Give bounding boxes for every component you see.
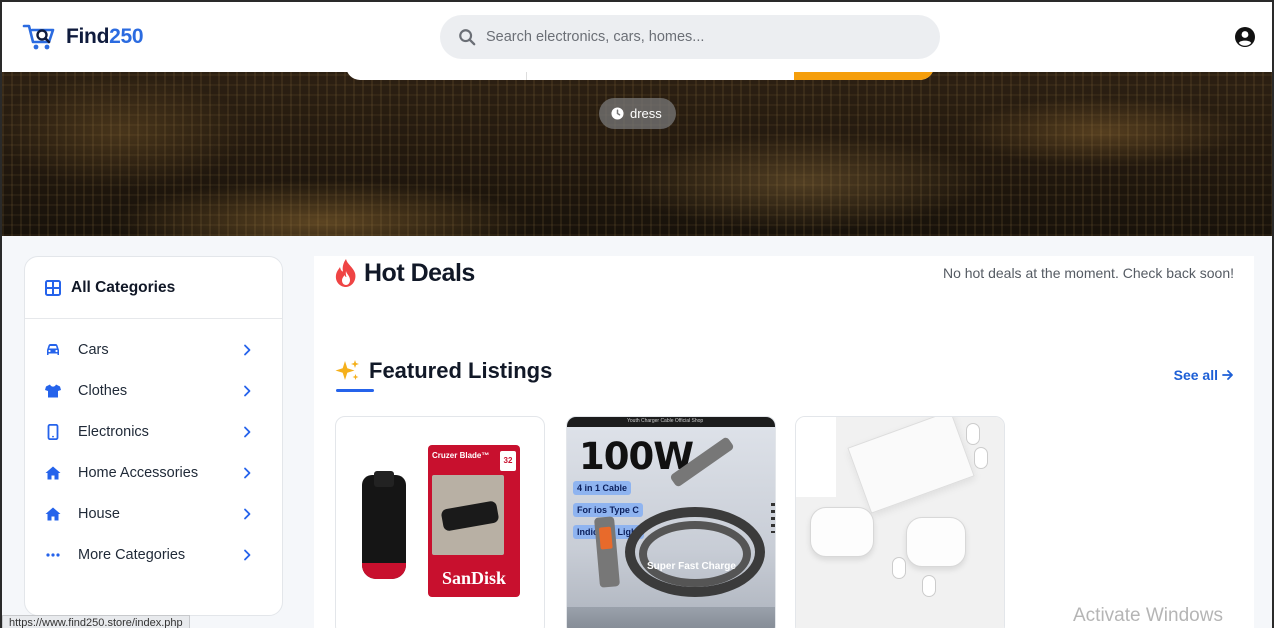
grid-icon [45,279,61,296]
os-activation-watermark: Activate Windows [1073,605,1223,626]
listing-card[interactable]: Cruzer Blade™ 32 SanDisk [335,416,545,628]
hot-deals-empty-message: No hot deals at the moment. Check back s… [942,265,1234,281]
usb-drive-image [362,471,406,579]
search-input[interactable] [486,29,906,45]
clock-icon [611,107,624,120]
header-search[interactable] [440,15,940,59]
ellipsis-icon [46,552,60,557]
mobile-icon [47,423,59,440]
listing-card[interactable]: Youth Charger Cable Official Shop 100W 4… [566,416,776,628]
see-all-link[interactable]: See all [1174,367,1234,383]
chevron-right-icon [244,385,251,396]
brand-name: Find250 [66,25,144,48]
home-icon [45,466,61,479]
featured-title: Featured Listings [369,358,553,383]
fire-icon [335,259,356,287]
sandisk-package-image: Cruzer Blade™ 32 SanDisk [428,445,520,597]
chevron-right-icon [244,344,251,355]
car-icon [47,343,59,355]
user-account-icon[interactable] [1234,26,1256,48]
hero-search-button[interactable] [794,72,934,80]
hero-search-bar[interactable] [346,72,934,80]
chevron-right-icon [244,549,251,560]
shirt-icon [45,384,61,397]
cable-image: Youth Charger Cable Official Shop 100W 4… [567,417,775,628]
chevron-right-icon [244,426,251,437]
sidebar-item-house[interactable]: House [25,493,282,534]
sidebar-item-label: Electronics [78,423,149,440]
sidebar-item-label: Home Accessories [78,464,199,481]
sidebar-title: All Categories [71,278,176,296]
chevron-right-icon [244,508,251,519]
hero-banner: dress [2,72,1272,236]
category-list: Cars Clothes Electronics Home Accessorie… [25,319,282,575]
sidebar-header: All Categories [25,257,282,319]
home-icon [45,507,61,520]
top-header: Find250 [2,2,1272,72]
hot-deals-title: Hot Deals [364,258,475,287]
recent-search-chip[interactable]: dress [599,98,676,129]
main-content: Hot Deals No hot deals at the moment. Ch… [314,256,1254,628]
sidebar-item-label: Clothes [78,382,128,399]
browser-status-url: https://www.find250.store/index.php [2,615,190,628]
listing-card[interactable] [795,416,1005,628]
search-icon [459,29,476,46]
featured-heading: Featured Listings [335,358,552,384]
categories-sidebar: All Categories Cars Clothes Electronics … [24,256,283,616]
earbuds-image [796,417,1004,628]
sidebar-item-cars[interactable]: Cars [25,329,282,370]
chevron-right-icon [244,467,251,478]
featured-underline [336,389,374,392]
recent-search-label: dress [630,106,662,121]
sparkles-icon [335,360,359,380]
sidebar-item-clothes[interactable]: Clothes [25,370,282,411]
sidebar-item-more-categories[interactable]: More Categories [25,534,282,575]
see-all-label: See all [1173,367,1218,383]
site-logo[interactable]: Find250 [22,22,144,52]
sidebar-item-electronics[interactable]: Electronics [25,411,282,452]
hot-deals-heading: Hot Deals [334,258,475,288]
sidebar-item-home-accessories[interactable]: Home Accessories [25,452,282,493]
sidebar-item-label: More Categories [78,546,186,563]
arrow-right-icon [1222,370,1233,380]
sidebar-item-label: House [78,505,120,522]
sidebar-item-label: Cars [78,341,109,358]
cart-search-logo-icon [22,24,55,50]
